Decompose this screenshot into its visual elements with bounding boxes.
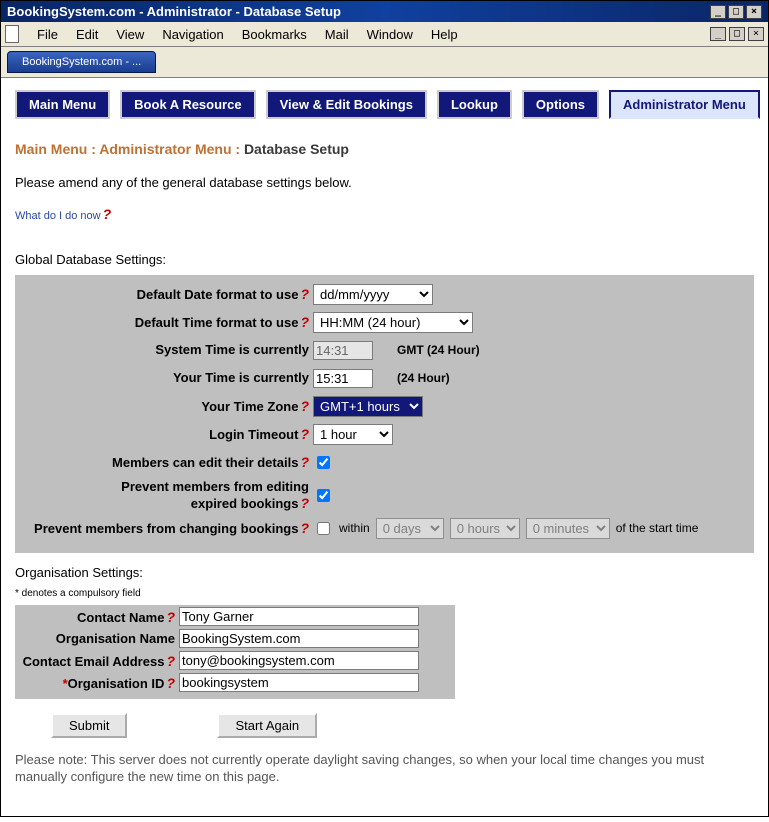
your-time-label: Your Time is currently [173, 370, 309, 385]
question-icon[interactable]: ? [300, 398, 309, 414]
browser-tab[interactable]: BookingSystem.com - ... [7, 51, 156, 73]
compulsory-note: * denotes a compulsory field [15, 588, 754, 599]
minimize-button[interactable]: _ [710, 5, 726, 19]
prevent-change-checkbox[interactable] [317, 522, 330, 535]
nav-lookup[interactable]: Lookup [437, 90, 512, 119]
contact-name-label: Contact Name [77, 610, 164, 625]
menu-mail[interactable]: Mail [325, 27, 349, 42]
minutes-select: 0 minutes [526, 518, 610, 539]
tabstrip: BookingSystem.com - ... [1, 47, 768, 78]
organisation-settings-heading: Organisation Settings: [15, 565, 754, 580]
intro-text: Please amend any of the general database… [15, 175, 754, 190]
daylight-savings-note: Please note: This server does not curren… [15, 752, 754, 786]
time-format-label: Default Time format to use [135, 315, 299, 330]
system-time-label: System Time is currently [155, 342, 309, 357]
help-link[interactable]: What do I do now? [15, 206, 111, 222]
maximize-button[interactable]: □ [728, 5, 744, 19]
global-settings-heading: Global Database Settings: [15, 252, 754, 267]
prevent-expired-label-2: expired bookings [191, 496, 299, 511]
menu-file[interactable]: File [37, 27, 58, 42]
mdi-close-button[interactable]: × [748, 27, 764, 41]
question-icon[interactable]: ? [166, 653, 175, 669]
nav-main-menu[interactable]: Main Menu [15, 90, 110, 119]
nav-book-resource[interactable]: Book A Resource [120, 90, 255, 119]
window-title: BookingSystem.com - Administrator - Data… [7, 4, 341, 19]
menu-bookmarks[interactable]: Bookmarks [242, 27, 307, 42]
organisation-name-label: Organisation Name [56, 631, 175, 646]
question-icon[interactable]: ? [300, 314, 309, 330]
question-icon: ? [103, 206, 112, 222]
prevent-expired-checkbox[interactable] [317, 489, 330, 502]
menu-window[interactable]: Window [367, 27, 413, 42]
timezone-select[interactable]: GMT+1 hours [313, 396, 423, 417]
window-titlebar: BookingSystem.com - Administrator - Data… [1, 1, 768, 22]
organisation-name-input[interactable] [179, 629, 419, 648]
question-icon[interactable]: ? [166, 675, 175, 691]
question-icon[interactable]: ? [166, 609, 175, 625]
organisation-settings-panel: Contact Name? Organisation Name Contact … [15, 605, 455, 699]
within-label: within [339, 521, 370, 535]
breadcrumb-admin[interactable]: Administrator Menu : [99, 141, 244, 157]
global-settings-panel: Default Date format to use? dd/mm/yyyy D… [15, 275, 754, 553]
mdi-minimize-button[interactable]: _ [710, 27, 726, 41]
login-timeout-select[interactable]: 1 hour [313, 424, 393, 445]
organisation-id-input[interactable] [179, 673, 419, 692]
question-icon[interactable]: ? [300, 286, 309, 302]
menu-navigation[interactable]: Navigation [162, 27, 223, 42]
menubar: File Edit View Navigation Bookmarks Mail… [1, 22, 768, 47]
menu-view[interactable]: View [116, 27, 144, 42]
start-again-button[interactable]: Start Again [217, 713, 317, 738]
of-start-label: of the start time [616, 521, 699, 535]
days-select: 0 days [376, 518, 444, 539]
date-format-label: Default Date format to use [137, 287, 299, 302]
breadcrumb: Main Menu : Administrator Menu : Databas… [15, 141, 754, 157]
time-format-select[interactable]: HH:MM (24 hour) [313, 312, 473, 333]
your-time-field[interactable] [313, 369, 373, 388]
hours-select: 0 hours [450, 518, 520, 539]
question-icon[interactable]: ? [300, 520, 309, 536]
submit-button[interactable]: Submit [51, 713, 127, 738]
question-icon[interactable]: ? [300, 426, 309, 442]
question-icon[interactable]: ? [300, 454, 309, 470]
document-icon [5, 25, 19, 43]
system-time-note: GMT (24 Hour) [397, 343, 480, 357]
prevent-change-label: Prevent members from changing bookings [34, 521, 298, 536]
login-timeout-label: Login Timeout [209, 427, 298, 442]
nav-options[interactable]: Options [522, 90, 599, 119]
members-edit-checkbox[interactable] [317, 456, 330, 469]
mdi-restore-button[interactable]: □ [729, 27, 745, 41]
contact-email-input[interactable] [179, 651, 419, 670]
members-edit-label: Members can edit their details [112, 455, 298, 470]
nav-view-edit-bookings[interactable]: View & Edit Bookings [266, 90, 427, 119]
date-format-select[interactable]: dd/mm/yyyy [313, 284, 433, 305]
contact-email-label: Contact Email Address [23, 654, 165, 669]
breadcrumb-current: Database Setup [244, 141, 349, 157]
breadcrumb-main[interactable]: Main Menu : [15, 141, 99, 157]
contact-name-input[interactable] [179, 607, 419, 626]
menu-help[interactable]: Help [431, 27, 458, 42]
your-time-note: (24 Hour) [397, 371, 450, 385]
nav-tabs: Main Menu Book A Resource View & Edit Bo… [15, 90, 754, 119]
menu-edit[interactable]: Edit [76, 27, 98, 42]
nav-administrator-menu[interactable]: Administrator Menu [609, 90, 760, 119]
prevent-expired-label-1: Prevent members from editing [121, 479, 309, 494]
organisation-id-label: Organisation ID [68, 676, 165, 691]
close-button[interactable]: × [746, 5, 762, 19]
system-time-field [313, 341, 373, 360]
timezone-label: Your Time Zone [201, 399, 298, 414]
question-icon[interactable]: ? [300, 495, 309, 511]
